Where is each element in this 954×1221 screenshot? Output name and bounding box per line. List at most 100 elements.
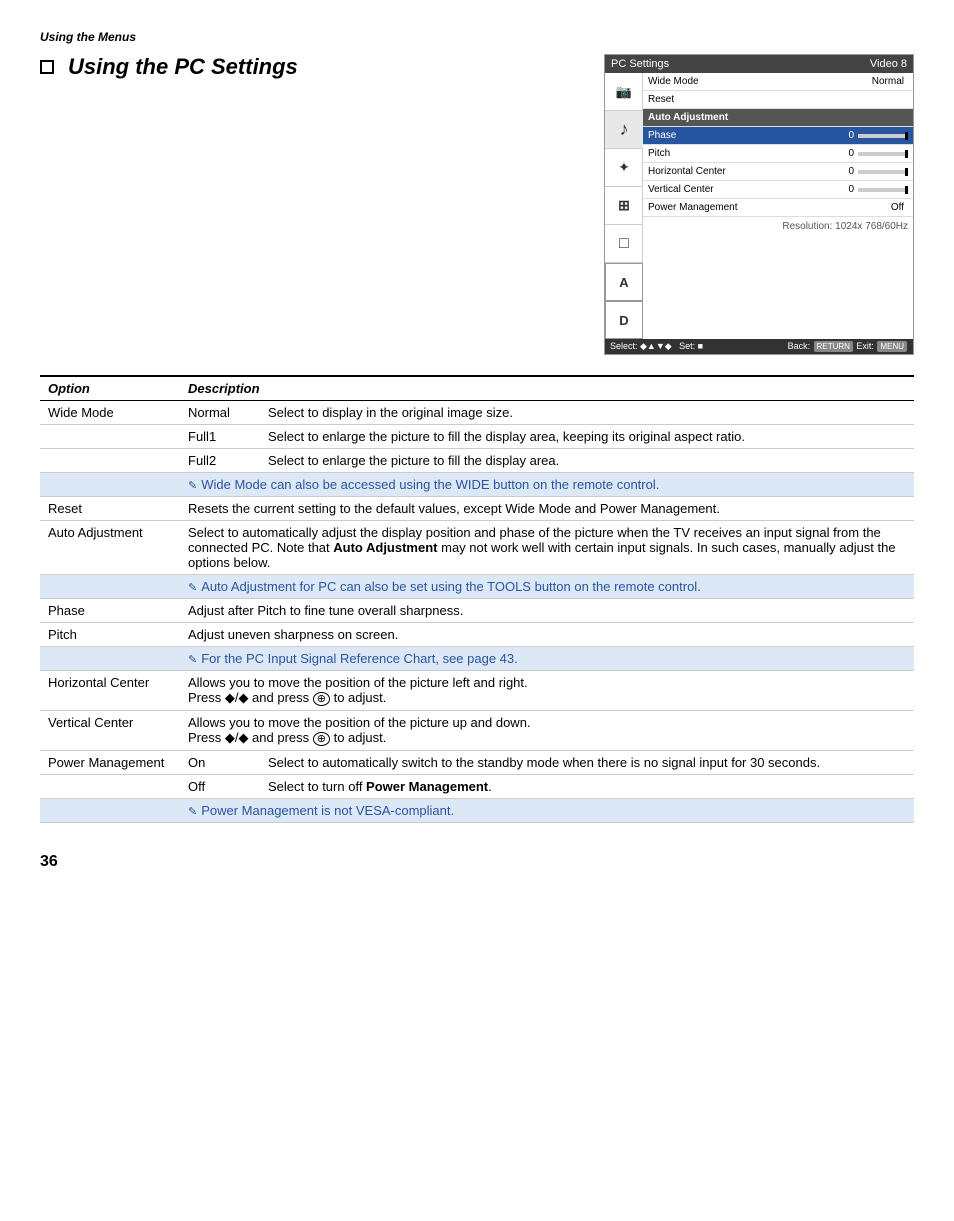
checkbox-icon: [40, 60, 54, 74]
desc-full1: Select to enlarge the picture to fill th…: [260, 425, 914, 449]
option-empty3: [40, 775, 180, 799]
menu-label-powermgmt: Power Management: [648, 202, 884, 213]
panel-title: PC Settings: [611, 58, 669, 70]
table-row: Horizontal Center Allows you to move the…: [40, 671, 914, 711]
desc-reset: Resets the current setting to the defaul…: [180, 497, 914, 521]
panel-header: PC Settings Video 8: [605, 55, 913, 73]
audio-icon[interactable]: ♪: [605, 111, 643, 149]
desc-hcenter: Allows you to move the position of the p…: [180, 671, 914, 711]
footer-back: Back: RETURN Exit: MENU: [788, 341, 908, 352]
panel-source: Video 8: [870, 58, 907, 70]
note-widemode: ✎Wide Mode can also be accessed using th…: [180, 473, 914, 497]
table-row: Wide Mode Normal Select to display in th…: [40, 401, 914, 425]
menu-key: MENU: [877, 341, 907, 352]
grid-icon[interactable]: ⊞: [605, 187, 643, 225]
phase-bar: [858, 134, 908, 138]
resolution-text: Resolution: 1024x 768/60Hz: [782, 221, 908, 232]
desc-autoadj: Select to automatically adjust the displ…: [180, 521, 914, 575]
menu-value-widemode: Normal: [872, 76, 904, 87]
table-header-row: Option Description: [40, 376, 914, 401]
menu-value-hcenter: 0: [834, 166, 854, 177]
note-icon: ✎: [188, 479, 197, 492]
menu-row-hcenter[interactable]: Horizontal Center 0: [643, 163, 913, 181]
option-powermgmt: Power Management: [40, 751, 180, 775]
hcenter-bar: [858, 170, 908, 174]
table-row-note: ✎Wide Mode can also be accessed using th…: [40, 473, 914, 497]
option-phase: Phase: [40, 599, 180, 623]
sub-normal: Normal: [180, 401, 260, 425]
table-row-note: ✎Power Management is not VESA-compliant.: [40, 799, 914, 823]
return-key: RETURN: [814, 341, 853, 352]
option-hcenter: Horizontal Center: [40, 671, 180, 711]
menu-row-autoadjust[interactable]: Auto Adjustment: [643, 109, 913, 127]
desc-pitch: Adjust uneven sharpness on screen.: [180, 623, 914, 647]
option-widemode: Wide Mode: [40, 401, 180, 425]
sub-on: On: [180, 751, 260, 775]
desc-normal: Select to display in the original image …: [260, 401, 914, 425]
table-row: Pitch Adjust uneven sharpness on screen.: [40, 623, 914, 647]
table-row: Phase Adjust after Pitch to fine tune ov…: [40, 599, 914, 623]
note-autoadj: ✎Auto Adjustment for PC can also be set …: [180, 575, 914, 599]
menu-value-phase: 0: [834, 130, 854, 141]
menu-row-powermgmt[interactable]: Power Management Off: [643, 199, 913, 217]
table-row: Power Management On Select to automatica…: [40, 751, 914, 775]
screen-icon[interactable]: □: [605, 225, 643, 263]
note-icon2: ✎: [188, 581, 197, 594]
table-row-note: ✎Auto Adjustment for PC can also be set …: [40, 575, 914, 599]
menu-row-pitch[interactable]: Pitch 0: [643, 145, 913, 163]
table-row: Reset Resets the current setting to the …: [40, 497, 914, 521]
menu-label-autoadjust: Auto Adjustment: [648, 112, 908, 123]
menu-label-hcenter: Horizontal Center: [648, 166, 834, 177]
table-row: Vertical Center Allows you to move the p…: [40, 711, 914, 751]
menu-label-phase: Phase: [648, 130, 834, 141]
breadcrumb: Using the Menus: [40, 30, 136, 44]
option-pitch: Pitch: [40, 623, 180, 647]
menu-value-pitch: 0: [834, 148, 854, 159]
note-empty4: [40, 799, 180, 823]
resolution-row: Resolution: 1024x 768/60Hz: [643, 217, 913, 236]
menu-row-phase[interactable]: Phase 0: [643, 127, 913, 145]
pitch-bar: [858, 152, 908, 156]
col-description-header: Description: [180, 376, 914, 401]
text-icon[interactable]: A: [605, 263, 643, 301]
pc-settings-panel: PC Settings Video 8 📷 ♪ ✦ ⊞ □ A D Wide M…: [604, 54, 914, 355]
option-reset: Reset: [40, 497, 180, 521]
star-icon[interactable]: ✦: [605, 149, 643, 187]
option-vcenter: Vertical Center: [40, 711, 180, 751]
menu-row-vcenter[interactable]: Vertical Center 0: [643, 181, 913, 199]
note-icon4: ✎: [188, 805, 197, 818]
camera-icon[interactable]: 📷: [605, 73, 643, 111]
desc-off: Select to turn off Power Management.: [260, 775, 914, 799]
d-icon[interactable]: D: [605, 301, 643, 339]
menu-label-reset: Reset: [648, 94, 908, 105]
sub-full2: Full2: [180, 449, 260, 473]
page-number: 36: [40, 853, 914, 871]
menu-value-vcenter: 0: [834, 184, 854, 195]
table-row: Auto Adjustment Select to automatically …: [40, 521, 914, 575]
desc-on: Select to automatically switch to the st…: [260, 751, 914, 775]
menu-label-widemode: Wide Mode: [648, 76, 872, 87]
sub-full1: Full1: [180, 425, 260, 449]
note-powermgmt: ✎Power Management is not VESA-compliant.: [180, 799, 914, 823]
note-empty3: [40, 647, 180, 671]
note-empty2: [40, 575, 180, 599]
table-row: Off Select to turn off Power Management.: [40, 775, 914, 799]
menu-row-widemode[interactable]: Wide Mode Normal: [643, 73, 913, 91]
desc-full2: Select to enlarge the picture to fill th…: [260, 449, 914, 473]
table-row: Full2 Select to enlarge the picture to f…: [40, 449, 914, 473]
col-option-header: Option: [40, 376, 180, 401]
option-empty2: [40, 449, 180, 473]
menu-row-reset[interactable]: Reset: [643, 91, 913, 109]
sub-off: Off: [180, 775, 260, 799]
menu-value-powermgmt: Off: [884, 202, 904, 213]
panel-menu: Wide Mode Normal Reset Auto Adjustment P…: [643, 73, 913, 339]
table-row: Full1 Select to enlarge the picture to f…: [40, 425, 914, 449]
menu-label-vcenter: Vertical Center: [648, 184, 834, 195]
vcenter-bar: [858, 188, 908, 192]
menu-label-pitch: Pitch: [648, 148, 834, 159]
option-autoadj: Auto Adjustment: [40, 521, 180, 575]
table-row-note: ✎For the PC Input Signal Reference Chart…: [40, 647, 914, 671]
title-text: Using the PC Settings: [68, 54, 298, 80]
settings-table: Option Description Wide Mode Normal Sele…: [40, 375, 914, 823]
option-empty1: [40, 425, 180, 449]
